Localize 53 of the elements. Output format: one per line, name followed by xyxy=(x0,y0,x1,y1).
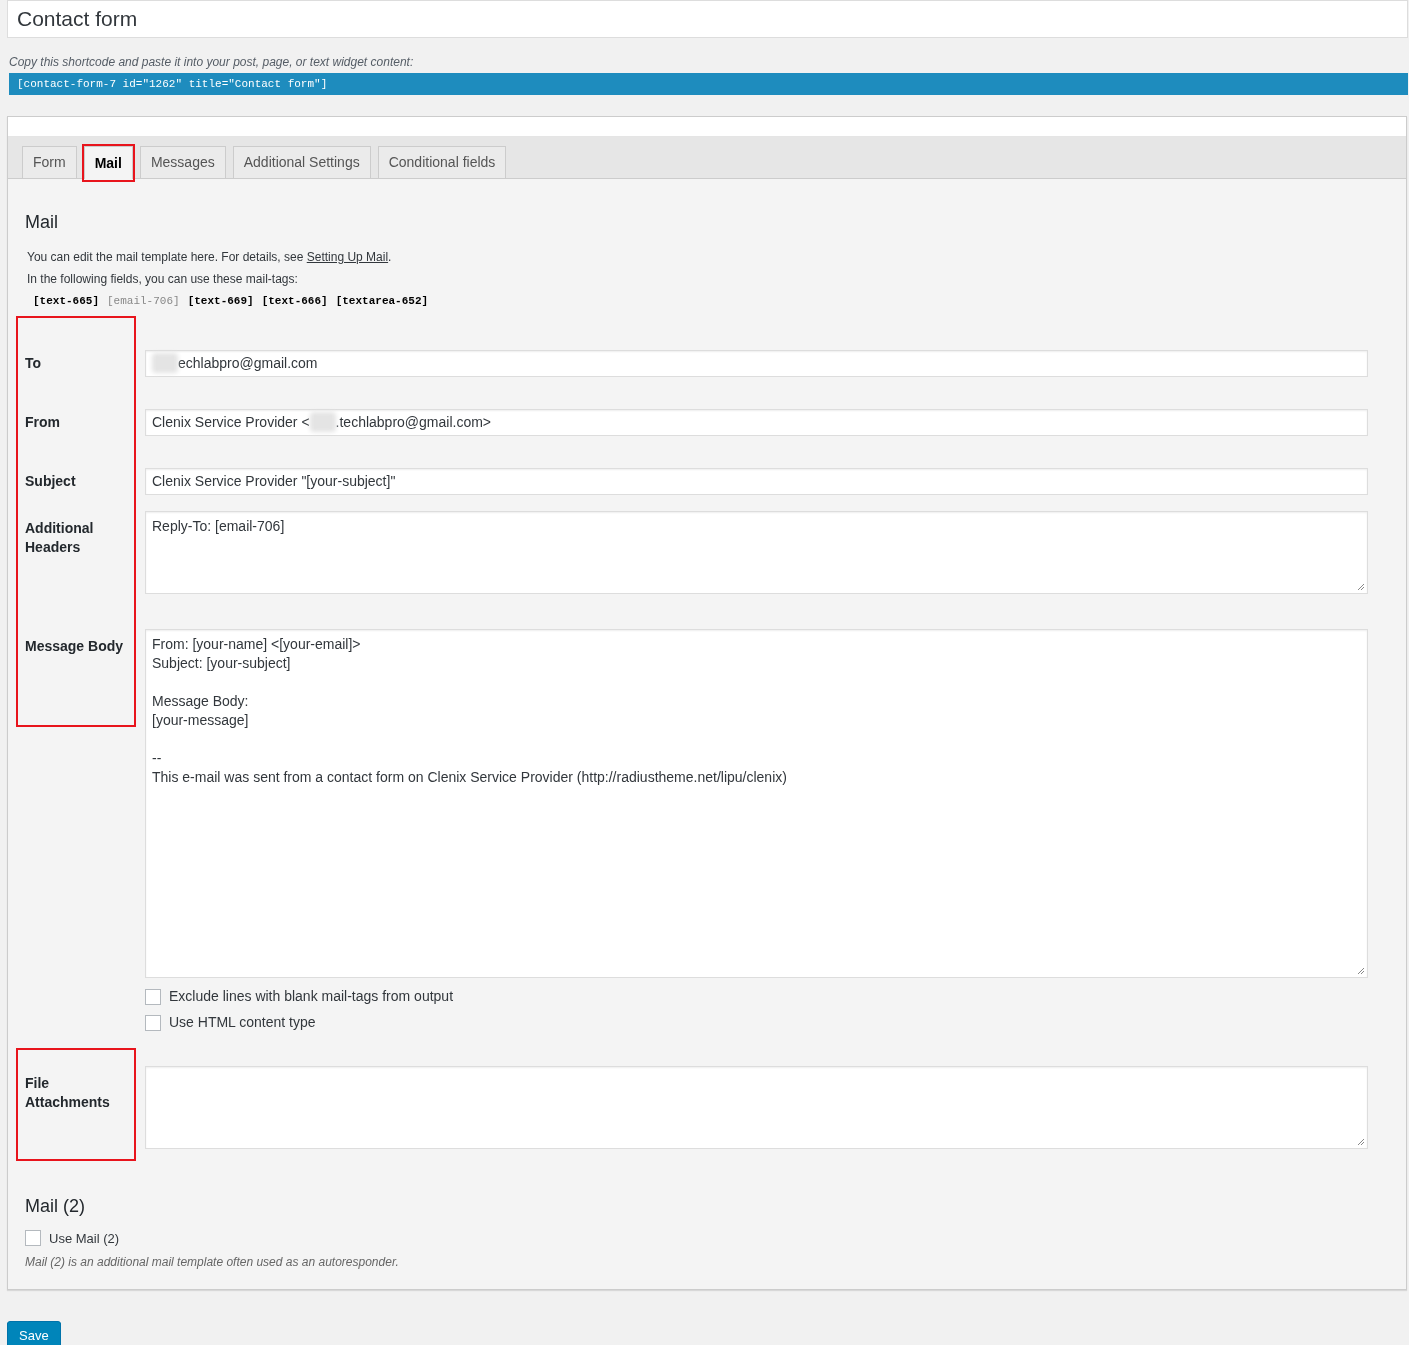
field-value: echlabpro@gmail.com xyxy=(178,353,318,373)
checkbox[interactable] xyxy=(145,1014,161,1031)
field-value: Clenix Service Provider < xyxy=(152,412,310,432)
section-heading: Mail xyxy=(25,211,59,234)
shortcode[interactable]: [contact-form-7 id="1262" title="Contact form"] xyxy=(9,73,1408,95)
mail-tag: [text-665] xyxy=(33,293,99,310)
text-line: -- xyxy=(152,748,162,768)
field-label: From xyxy=(25,412,61,432)
text-line: Message Body: xyxy=(152,691,249,711)
text-field[interactable]: echlabpro@gmail.com xyxy=(145,349,1368,377)
mail-tag: [text-666] xyxy=(261,293,328,310)
tab[interactable]: Form xyxy=(22,146,77,178)
field-label: Message Body xyxy=(25,636,125,656)
field-value: Clenix Service Provider "[your-subject]" xyxy=(152,471,396,491)
text-line: [your-message] xyxy=(152,710,249,730)
redaction-blur xyxy=(309,412,336,432)
checkbox-label: Use Mail (2) xyxy=(49,1229,120,1248)
mail-tag: [email-706] xyxy=(107,293,180,310)
checkbox-label: Use HTML content type xyxy=(169,1013,316,1032)
text-field[interactable]: Clenix Service Provider "[your-subject]" xyxy=(145,467,1368,495)
mail-tag: [text-669] xyxy=(187,293,254,310)
field-label: Additional Headers xyxy=(25,518,95,557)
mail-tags-intro: In the following fields, you can use these mail-tags: xyxy=(27,271,299,288)
text-area[interactable]: Reply-To: [email-706] xyxy=(145,510,1368,594)
mail2-note: Mail (2) is an additional mail template often used as an autoresponder. xyxy=(25,1254,400,1271)
text-line: From: [your-name] <[your-email]> xyxy=(152,634,361,654)
checkbox[interactable] xyxy=(25,1230,41,1247)
mail-intro: You can edit the mail template here. For details, see Setting Up Mail. xyxy=(27,249,393,266)
text-line: This e-mail was sent from a contact form on Clenix Service Provider (http://radiustheme.net/lipu/clenix) xyxy=(152,767,787,787)
text-field[interactable]: Clenix Service Provider < .techlabpro@gmail.com> xyxy=(145,408,1368,436)
tab[interactable]: Additional Settings xyxy=(232,146,371,178)
checkbox-label: Exclude lines with blank mail-tags from output xyxy=(169,987,454,1006)
shortcode-hint: Copy this shortcode and paste it into your post, page, or text widget content: xyxy=(9,54,415,71)
resize-handle-icon xyxy=(1357,582,1365,591)
tab[interactable]: Mail xyxy=(83,146,133,179)
title-field[interactable]: Contact form xyxy=(7,0,1408,38)
field-label: Subject xyxy=(25,471,77,491)
text-line: Subject: [your-subject] xyxy=(152,653,291,673)
save-button[interactable]: Save xyxy=(7,1321,61,1345)
field-label: To xyxy=(25,353,43,373)
field-label: File Attachments xyxy=(25,1073,111,1112)
checkbox[interactable] xyxy=(145,988,161,1005)
resize-handle-icon xyxy=(1357,966,1365,975)
tab[interactable]: Conditional fields xyxy=(377,146,507,178)
resize-handle-icon xyxy=(1357,1137,1365,1146)
text-area[interactable] xyxy=(145,1065,1368,1149)
redaction-blur xyxy=(152,353,178,373)
text-area[interactable]: From: [your-name] <[your-email]> Subject: [your-subject] Message Body: [your-message] -- This e-mail was sent from a contact form on Clenix Service Provider (http://radiustheme.net/lipu/clenix) xyxy=(145,628,1368,978)
field-value: .techlabpro@gmail.com> xyxy=(335,412,491,432)
tab[interactable]: Messages xyxy=(139,146,226,178)
section-heading: Mail (2) xyxy=(25,1194,86,1218)
mail-tag: [textarea-652] xyxy=(335,293,429,310)
text-line: Reply-To: [email-706] xyxy=(152,516,285,536)
